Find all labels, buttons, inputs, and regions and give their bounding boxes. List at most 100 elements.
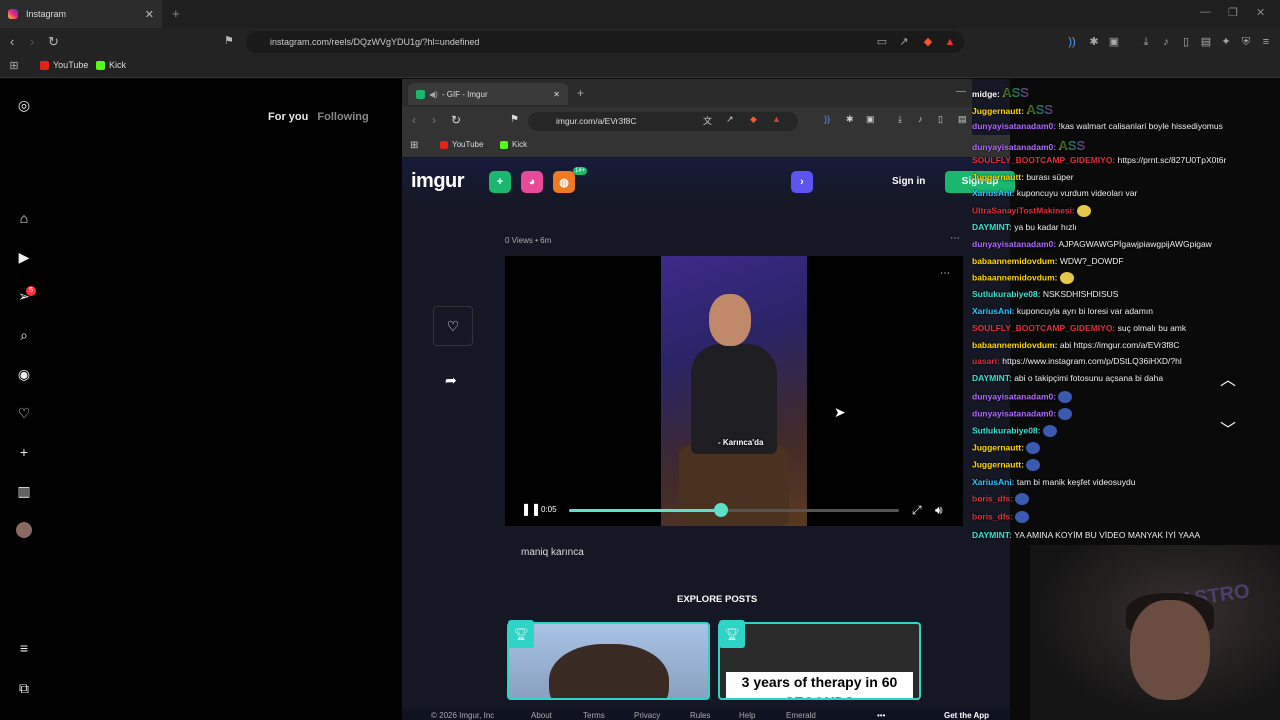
chat-username[interactable]: babaannemidovdum: <box>972 256 1060 266</box>
music-icon[interactable]: ♪ <box>1160 36 1172 48</box>
minimize-icon[interactable]: — <box>956 86 966 97</box>
chat-username[interactable]: DAYMINT: <box>972 222 1014 232</box>
chat-username[interactable]: babaannemidovdum: <box>972 272 1060 282</box>
chat-username[interactable]: SOULFLY_BOOTCAMP_GIDEMIYO: <box>972 155 1118 165</box>
reload-icon[interactable]: ↻ <box>451 113 461 127</box>
maximize-icon[interactable]: ❐ <box>1228 6 1238 19</box>
reload-icon[interactable]: ↻ <box>48 34 59 50</box>
sidebar-icon[interactable]: ▯ <box>1180 36 1192 48</box>
download-icon[interactable]: ⤓ <box>898 114 902 125</box>
avatar[interactable] <box>16 522 32 538</box>
chat-username[interactable]: Sutlukurabiye08: <box>972 425 1043 435</box>
download-icon[interactable]: ⤓ <box>1140 36 1152 48</box>
games-icon[interactable]: ◍ <box>553 171 575 193</box>
home-icon[interactable]: ⌂ <box>16 210 32 226</box>
wallet-icon[interactable]: ▤ <box>958 114 967 125</box>
new-tab-icon[interactable]: + <box>577 86 584 100</box>
footer-more-icon[interactable]: ••• <box>877 711 885 720</box>
apps-grid-icon[interactable]: ⊞ <box>8 60 20 72</box>
fullscreen-icon[interactable]: ⤢ <box>912 503 922 518</box>
audio-icon[interactable]: )) <box>1066 36 1078 48</box>
explore-post-card[interactable]: 3 years of therapy in 60 SECONDS <box>718 622 921 700</box>
chat-username[interactable]: dunyayisatanadam0: <box>972 142 1058 152</box>
forward-icon[interactable]: › <box>432 113 436 127</box>
extensions-icon[interactable]: ✱ <box>846 114 854 125</box>
back-icon[interactable]: ‹ <box>10 34 14 49</box>
chevron-up-icon[interactable]: ︿ <box>1220 366 1236 390</box>
post-options-icon[interactable]: ⋯ <box>950 233 960 244</box>
tab-for-you[interactable]: For you <box>268 111 308 123</box>
bookmark-youtube[interactable]: YouTube <box>440 140 483 149</box>
share-icon[interactable]: ↗ <box>898 36 910 48</box>
bookmark-kick[interactable]: Kick <box>96 60 126 70</box>
share-icon[interactable]: ↗ <box>726 114 734 125</box>
pause-icon[interactable]: ❚❚ <box>521 502 541 516</box>
footer-link[interactable]: Rules <box>690 711 710 720</box>
chat-username[interactable]: dunyayisatanadam0: <box>972 121 1058 131</box>
chat-username[interactable]: dunyayisatanadam0: <box>972 408 1058 418</box>
chat-username[interactable]: Sutlukurabiye08: <box>972 289 1043 299</box>
tab-following[interactable]: Following <box>317 111 368 123</box>
chevron-right-icon[interactable]: › <box>791 171 813 193</box>
dashboard-icon[interactable]: ▥ <box>16 483 32 499</box>
footer-link[interactable]: Privacy <box>634 711 660 720</box>
chat-username[interactable]: XariusAni: <box>972 306 1017 316</box>
audio-icon[interactable]: )) <box>824 114 830 124</box>
rewards-icon[interactable]: ▲ <box>772 114 781 124</box>
back-icon[interactable]: ‹ <box>412 113 416 127</box>
forward-icon[interactable]: › <box>30 34 34 49</box>
bookmark-youtube[interactable]: YouTube <box>40 60 88 70</box>
share-arrow-icon[interactable]: ➦ <box>445 372 457 389</box>
bookmark-kick[interactable]: Kick <box>500 140 527 149</box>
instagram-logo-icon[interactable]: ◎ <box>16 97 32 113</box>
screenshot-icon[interactable]: ▣ <box>1108 36 1120 48</box>
chevron-down-icon[interactable]: ﹀ <box>1220 416 1236 440</box>
new-tab-icon[interactable]: + <box>172 6 180 21</box>
close-window-icon[interactable]: ✕ <box>1256 6 1265 19</box>
chat-username[interactable]: boris_dfs: <box>972 493 1015 503</box>
bookmark-icon[interactable]: ⚑ <box>510 114 519 125</box>
sign-in-button[interactable]: Sign in <box>892 176 925 187</box>
brave-shield-icon[interactable]: ◆ <box>750 114 757 125</box>
meta-apps-icon[interactable]: ⧉ <box>16 680 32 696</box>
create-icon[interactable]: + <box>16 444 32 460</box>
chat-username[interactable]: SOULFLY_BOOTCAMP_GIDEMIYO: <box>972 323 1118 333</box>
close-tab-icon[interactable]: ✕ <box>553 90 560 99</box>
chat-username[interactable]: Juggernautt: <box>972 442 1026 452</box>
extensions-icon[interactable]: ✱ <box>1088 36 1100 48</box>
sidebar-icon[interactable]: ▯ <box>938 114 943 125</box>
footer-link[interactable]: Terms <box>583 711 605 720</box>
chat-username[interactable]: dunyayisatanadam0: <box>972 391 1058 401</box>
favorite-heart-icon[interactable]: ♡ <box>433 306 473 346</box>
minimize-icon[interactable]: — <box>1200 6 1211 18</box>
wallet-icon[interactable]: ▤ <box>1200 36 1212 48</box>
get-app-link[interactable]: Get the App <box>944 711 989 720</box>
footer-link[interactable]: About <box>531 711 552 720</box>
chat-username[interactable]: dunyayisatanadam0: <box>972 239 1058 249</box>
chat-username[interactable]: UltraSanayiTostMakinesi: <box>972 205 1077 215</box>
cast-icon[interactable]: ▭ <box>876 36 888 48</box>
chat-username[interactable]: DAYMINT: <box>972 373 1014 383</box>
chat-username[interactable]: Juggernautt: <box>972 459 1026 469</box>
explore-post-card[interactable] <box>507 622 710 700</box>
imgur-logo[interactable]: imgur <box>411 170 465 193</box>
chat-username[interactable]: boris_dfs: <box>972 511 1015 521</box>
footer-link[interactable]: Help <box>739 711 755 720</box>
chat-username[interactable]: midge: <box>972 89 1002 99</box>
tab-imgur[interactable]: ◀) - GIF - Imgur ✕ <box>408 83 568 105</box>
chat-username[interactable]: XariusAni: <box>972 477 1017 487</box>
progress-handle[interactable] <box>713 503 728 517</box>
upload-icon[interactable]: + <box>489 171 511 193</box>
address-bar[interactable]: instagram.com/reels/DQzWVgYDU1g/?hl=unde… <box>246 31 964 53</box>
music-icon[interactable]: ♪ <box>918 114 923 124</box>
translate-icon[interactable]: 文 <box>703 114 712 127</box>
chat-username[interactable]: Juggernautt: <box>972 106 1026 116</box>
vpn-icon[interactable]: ⛨ <box>1240 36 1252 48</box>
close-tab-icon[interactable]: ✕ <box>145 8 154 21</box>
chat-username[interactable]: uasari: <box>972 356 1002 366</box>
tab-instagram[interactable]: Instagram ✕ <box>0 0 162 28</box>
memes-icon[interactable]: ◕ <box>521 171 543 193</box>
chat-username[interactable]: babaannemidovdum: <box>972 340 1060 350</box>
screenshot-icon[interactable]: ▣ <box>866 114 875 125</box>
explore-icon[interactable]: ◉ <box>16 366 32 382</box>
